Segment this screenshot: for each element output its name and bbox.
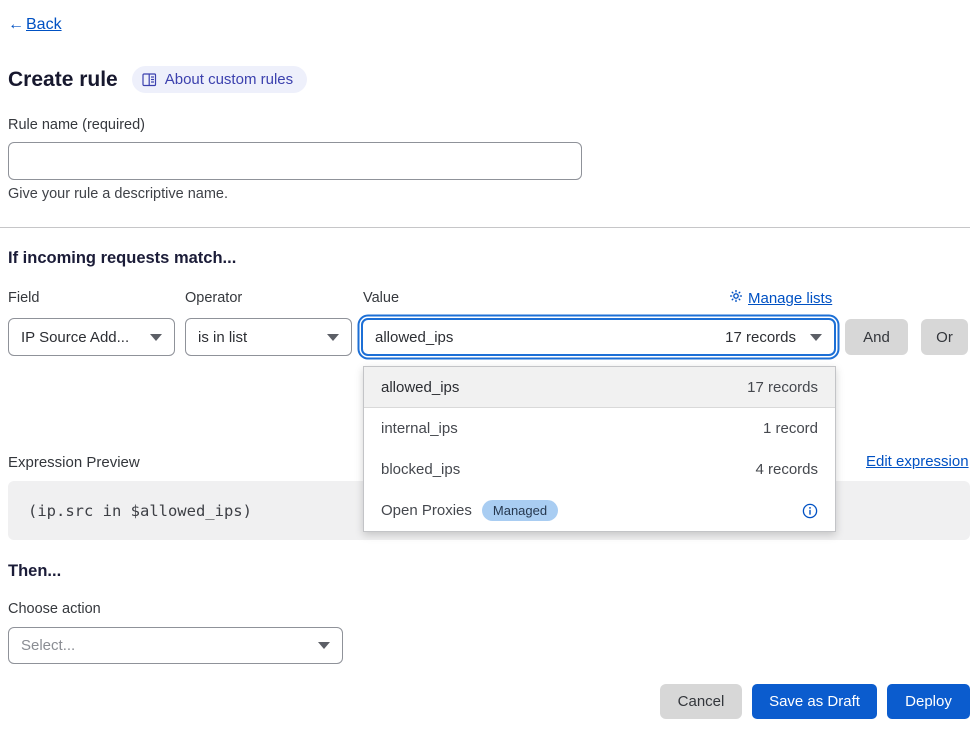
field-select[interactable]: IP Source Add... xyxy=(8,318,175,356)
operator-select-value: is in list xyxy=(198,329,247,346)
rule-name-label: Rule name (required) xyxy=(8,117,145,133)
or-button[interactable]: Or xyxy=(921,319,968,355)
back-link[interactable]: ←Back xyxy=(8,16,62,34)
field-select-value: IP Source Add... xyxy=(21,329,129,346)
chevron-down-icon xyxy=(810,334,822,341)
action-select[interactable]: Select... xyxy=(8,627,343,664)
about-custom-rules-link[interactable]: About custom rules xyxy=(132,66,307,93)
operator-select[interactable]: is in list xyxy=(185,318,352,356)
title-row: Create rule About custom rules xyxy=(8,66,307,93)
list-name: internal_ips xyxy=(381,420,458,437)
list-name: Open Proxies xyxy=(381,502,472,519)
list-record-count: 17 records xyxy=(747,379,818,396)
book-icon xyxy=(142,73,157,87)
save-as-draft-button[interactable]: Save as Draft xyxy=(752,684,877,719)
cancel-button[interactable]: Cancel xyxy=(660,684,742,719)
list-name: allowed_ips xyxy=(381,379,459,396)
dropdown-item-allowed-ips[interactable]: allowed_ips 17 records xyxy=(364,367,835,408)
deploy-button[interactable]: Deploy xyxy=(887,684,970,719)
manage-lists-link[interactable]: Manage lists xyxy=(729,289,832,307)
back-link-label: Back xyxy=(26,16,62,33)
rule-name-input[interactable] xyxy=(8,142,582,180)
choose-action-label: Choose action xyxy=(8,601,101,617)
chevron-down-icon xyxy=(150,334,162,341)
section-divider xyxy=(0,227,970,228)
operator-column-label: Operator xyxy=(185,290,242,306)
value-select-name: allowed_ips xyxy=(375,329,453,346)
dropdown-item-internal-ips[interactable]: internal_ips 1 record xyxy=(364,408,835,449)
dropdown-item-blocked-ips[interactable]: blocked_ips 4 records xyxy=(364,449,835,490)
value-select-count: 17 records xyxy=(725,329,796,346)
expression-code: (ip.src in $allowed_ips) xyxy=(28,502,252,520)
rule-name-helper: Give your rule a descriptive name. xyxy=(8,186,228,202)
value-select[interactable]: allowed_ips 17 records xyxy=(361,318,836,356)
create-rule-page: ←Back Create rule About custom rules Rul… xyxy=(0,0,979,739)
list-name: blocked_ips xyxy=(381,461,460,478)
expression-preview-label: Expression Preview xyxy=(8,454,140,471)
chevron-down-icon xyxy=(318,642,330,649)
action-select-placeholder: Select... xyxy=(21,637,75,654)
chevron-down-icon xyxy=(327,334,339,341)
field-column-label: Field xyxy=(8,290,39,306)
value-column-label: Value xyxy=(363,290,399,306)
value-dropdown-menu: allowed_ips 17 records internal_ips 1 re… xyxy=(363,366,836,532)
match-section-heading: If incoming requests match... xyxy=(8,249,236,268)
dropdown-item-open-proxies[interactable]: Open Proxies Managed xyxy=(364,490,835,531)
gear-icon xyxy=(729,289,743,307)
page-title: Create rule xyxy=(8,68,118,92)
edit-expression-link[interactable]: Edit expression xyxy=(866,453,969,470)
then-section-heading: Then... xyxy=(8,562,61,581)
managed-badge: Managed xyxy=(482,500,558,521)
list-record-count: 4 records xyxy=(755,461,818,478)
info-icon[interactable] xyxy=(802,503,818,519)
list-record-count: 1 record xyxy=(763,420,818,437)
manage-lists-label: Manage lists xyxy=(748,290,832,307)
about-badge-label: About custom rules xyxy=(165,71,293,88)
and-button[interactable]: And xyxy=(845,319,908,355)
back-arrow-icon: ← xyxy=(8,16,24,33)
